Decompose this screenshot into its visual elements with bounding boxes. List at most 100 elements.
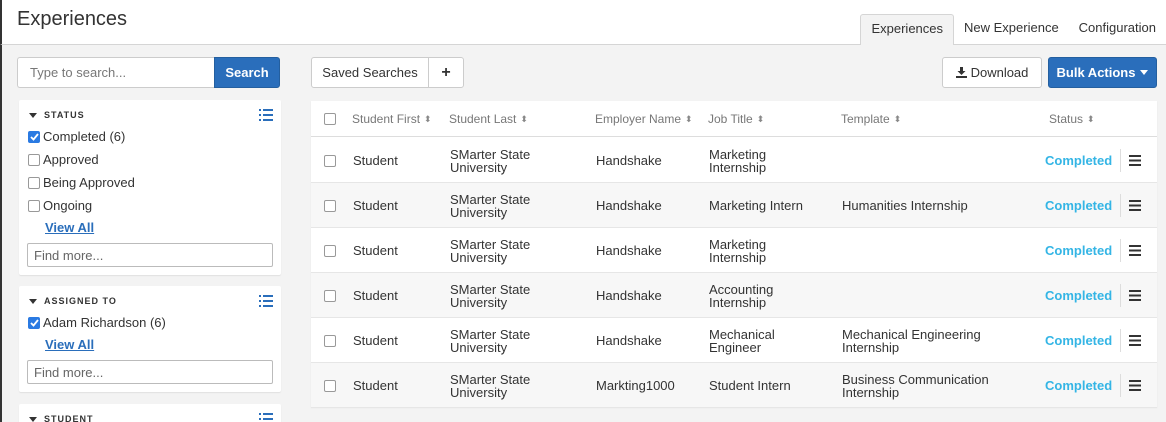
column-header-student-last[interactable]: Student Last ⬍	[449, 112, 528, 126]
status-option-label: Completed (6)	[43, 129, 126, 144]
table-row[interactable]: Student SMarter State University Handsha…	[311, 228, 1157, 273]
row-checkbox[interactable]	[324, 335, 336, 347]
column-label: Status	[1049, 112, 1084, 126]
row-checkbox[interactable]	[324, 245, 336, 257]
bulk-actions-label: Bulk Actions	[1056, 65, 1136, 80]
sort-icon: ⬍	[685, 113, 693, 124]
download-label: Download	[970, 65, 1029, 80]
tab-experiences[interactable]: Experiences	[860, 14, 955, 46]
assigned-to-filter-heading[interactable]: ASSIGNED TO	[29, 296, 117, 306]
table-row[interactable]: Student SMarter State University Marktin…	[311, 363, 1157, 408]
checkbox[interactable]	[28, 199, 40, 212]
search-button[interactable]: Search	[214, 57, 280, 88]
caret-down-icon	[29, 112, 37, 118]
status-option-label: Being Approved	[43, 175, 135, 190]
checkbox-checked[interactable]	[28, 130, 40, 143]
column-header-employer-name[interactable]: Employer Name ⬍	[595, 112, 693, 126]
cell-template: Business Communication Internship	[842, 372, 989, 400]
cell-student-first: Student	[353, 198, 398, 213]
row-menu-icon[interactable]	[1129, 155, 1141, 166]
status-filter-heading[interactable]: STATUS	[29, 110, 85, 120]
cell-student-last: SMarter State University	[450, 372, 531, 400]
cell-template: Humanities Internship	[842, 198, 968, 213]
bulk-actions-button[interactable]: Bulk Actions	[1048, 57, 1157, 88]
cell-student-first: Student	[353, 153, 398, 168]
status-option-approved[interactable]: Approved	[28, 152, 99, 167]
status-option-label: Ongoing	[43, 198, 93, 213]
column-label: Student First	[352, 112, 421, 126]
list-view-icon[interactable]	[259, 413, 273, 422]
status-option-completed[interactable]: Completed (6)	[28, 129, 125, 144]
list-view-icon[interactable]	[259, 109, 273, 121]
sort-icon: ⬍	[893, 113, 902, 124]
assigned-to-filter-title: ASSIGNED TO	[44, 296, 117, 306]
cell-status: Completed	[1045, 198, 1113, 213]
checkbox[interactable]	[28, 153, 40, 166]
column-header-template[interactable]: Template ⬍	[841, 112, 901, 126]
row-menu-icon[interactable]	[1129, 335, 1141, 346]
cell-employer-name: Handshake	[596, 333, 662, 348]
column-header-student-first[interactable]: Student First ⬍	[352, 112, 432, 126]
row-divider	[1120, 194, 1121, 217]
cell-job-title: Student Intern	[709, 378, 791, 393]
check-icon	[29, 132, 39, 141]
checkbox-checked[interactable]	[28, 316, 40, 329]
checkbox[interactable]	[28, 176, 40, 189]
cell-employer-name: Handshake	[596, 198, 662, 213]
table-row[interactable]: Student SMarter State University Handsha…	[311, 183, 1157, 228]
column-header-status[interactable]: Status ⬍	[1049, 112, 1095, 126]
table-row[interactable]: Student SMarter State University Handsha…	[311, 318, 1157, 363]
sort-icon: ⬍	[520, 113, 528, 124]
experiences-table: Student First ⬍ Student Last ⬍ Employer Na…	[311, 101, 1157, 408]
assigned-to-option-adam-richardson[interactable]: Adam Richardson (6)	[28, 315, 166, 330]
cell-employer-name: Handshake	[596, 288, 662, 303]
row-menu-icon[interactable]	[1129, 245, 1141, 256]
caret-down-icon	[29, 298, 37, 304]
sort-icon: ⬍	[1087, 113, 1095, 124]
row-menu-icon[interactable]	[1129, 380, 1141, 391]
download-button[interactable]: Download	[942, 57, 1042, 88]
cell-job-title: Accounting Internship	[709, 282, 774, 310]
status-find-more-input[interactable]	[27, 243, 273, 267]
assigned-to-option-label: Adam Richardson (6)	[43, 315, 166, 330]
cell-student-last: SMarter State University	[450, 282, 531, 310]
tab-configuration[interactable]: Configuration	[1069, 14, 1166, 45]
assigned-to-view-all-link[interactable]: View All	[45, 337, 94, 352]
list-view-icon[interactable]	[259, 295, 273, 307]
row-checkbox[interactable]	[324, 380, 336, 392]
select-all-checkbox[interactable]	[324, 113, 336, 125]
tab-new-experience[interactable]: New Experience	[954, 14, 1069, 45]
row-menu-icon[interactable]	[1129, 200, 1141, 211]
cell-status: Completed	[1045, 153, 1113, 168]
cell-employer-name: Handshake	[596, 243, 662, 258]
column-label: Employer Name	[595, 112, 682, 126]
cell-job-title: Marketing Internship	[709, 147, 767, 175]
row-checkbox[interactable]	[324, 290, 336, 302]
caret-down-icon	[1140, 70, 1149, 75]
row-checkbox[interactable]	[324, 200, 336, 212]
row-checkbox[interactable]	[324, 155, 336, 167]
check-icon	[29, 318, 39, 327]
assigned-to-find-more-input[interactable]	[27, 360, 273, 384]
student-filter-heading[interactable]: STUDENT	[29, 414, 94, 422]
search-input[interactable]	[17, 57, 215, 88]
status-option-being-approved[interactable]: Being Approved	[28, 175, 135, 190]
cell-template: Mechanical Engineering Internship	[842, 327, 981, 355]
cell-job-title: Marketing Internship	[709, 237, 767, 265]
row-divider	[1120, 284, 1121, 307]
cell-job-title: Marketing Intern	[709, 198, 803, 213]
cell-status: Completed	[1045, 288, 1113, 303]
status-option-ongoing[interactable]: Ongoing	[28, 198, 92, 213]
table-row[interactable]: Student SMarter State University Handsha…	[311, 273, 1157, 318]
status-view-all-link[interactable]: View All	[45, 220, 94, 235]
row-menu-icon[interactable]	[1129, 290, 1141, 301]
add-saved-search-button[interactable]: +	[428, 57, 464, 88]
table-row[interactable]: Student SMarter State University Handsha…	[311, 138, 1157, 183]
assigned-to-filter-panel: ASSIGNED TO Adam Richardson (6) View All	[19, 286, 281, 392]
status-filter-title: STATUS	[44, 110, 85, 120]
student-filter-title: STUDENT	[44, 414, 94, 422]
cell-student-last: SMarter State University	[450, 192, 531, 220]
column-header-job-title[interactable]: Job Title ⬍	[708, 112, 764, 126]
saved-searches-button[interactable]: Saved Searches	[311, 57, 429, 88]
table-header: Student First ⬍ Student Last ⬍ Employer Na…	[311, 101, 1157, 137]
